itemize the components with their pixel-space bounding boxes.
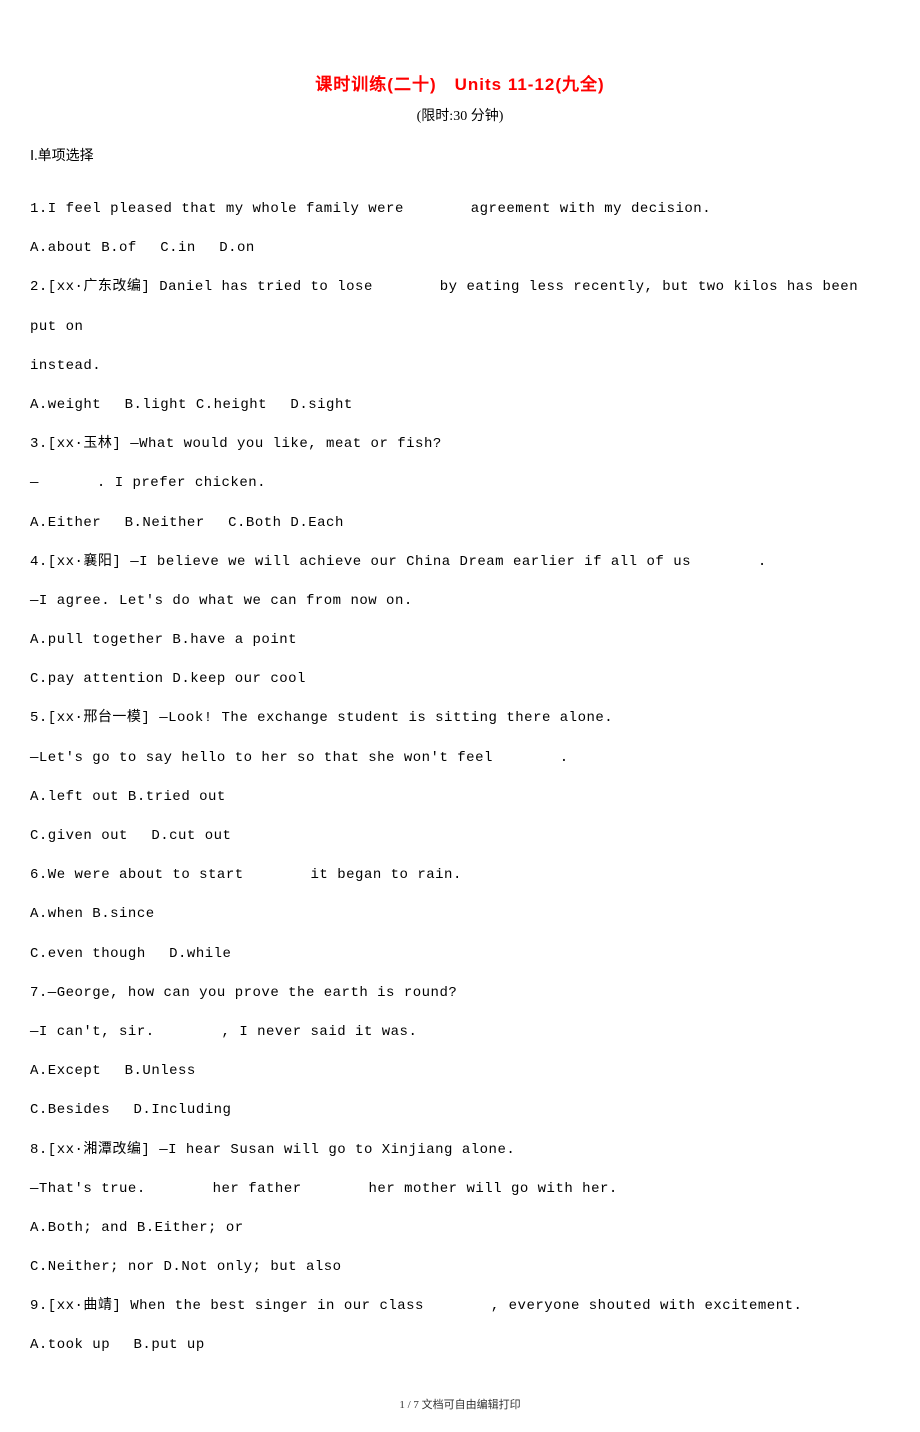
question-2-line-b: instead. <box>30 347 890 386</box>
question-5-line-b: —Let's go to say hello to her so that sh… <box>30 739 890 778</box>
question-4-options-1: A.pull together B.have a point <box>30 621 890 660</box>
question-8-options-2: C.Neither; nor D.Not only; but also <box>30 1248 890 1287</box>
document-subtitle: (限时:30 分钟) <box>30 105 890 125</box>
section-header: Ⅰ.单项选择 <box>30 145 890 165</box>
question-3-line-b: — . I prefer chicken. <box>30 464 890 503</box>
question-4-line-a: 4.[xx·襄阳] —I believe we will achieve our… <box>30 543 890 582</box>
question-7-line-a: 7.—George, how can you prove the earth i… <box>30 974 890 1013</box>
question-1-options: A.about B.of C.in D.on <box>30 229 890 268</box>
question-2-line-a: 2.[xx·广东改编] Daniel has tried to lose by … <box>30 268 890 346</box>
question-8-line-a: 8.[xx·湘潭改编] —I hear Susan will go to Xin… <box>30 1131 890 1170</box>
question-8-line-b: —That's true. her father her mother will… <box>30 1170 890 1209</box>
document-title: 课时训练(二十) Units 11-12(九全) <box>30 70 890 95</box>
question-3-line-a: 3.[xx·玉林] —What would you like, meat or … <box>30 425 890 464</box>
question-1: 1.I feel pleased that my whole family we… <box>30 190 890 229</box>
page-footer: 1 / 7 文档可自由编辑打印 <box>30 1396 890 1412</box>
question-8-options-1: A.Both; and B.Either; or <box>30 1209 890 1248</box>
question-5-line-a: 5.[xx·邢台一模] —Look! The exchange student … <box>30 699 890 738</box>
question-7-options-2: C.Besides D.Including <box>30 1091 890 1130</box>
question-6-line-a: 6.We were about to start it began to rai… <box>30 856 890 895</box>
question-5-options-1: A.left out B.tried out <box>30 778 890 817</box>
question-2-options: A.weight B.light C.height D.sight <box>30 386 890 425</box>
question-9-options-1: A.took up B.put up <box>30 1326 890 1365</box>
question-6-options-1: A.when B.since <box>30 895 890 934</box>
question-7-options-1: A.Except B.Unless <box>30 1052 890 1091</box>
question-6-options-2: C.even though D.while <box>30 935 890 974</box>
question-7-line-b: —I can't, sir. , I never said it was. <box>30 1013 890 1052</box>
question-4-options-2: C.pay attention D.keep our cool <box>30 660 890 699</box>
question-5-options-2: C.given out D.cut out <box>30 817 890 856</box>
question-9-line-a: 9.[xx·曲靖] When the best singer in our cl… <box>30 1287 890 1326</box>
question-3-options: A.Either B.Neither C.Both D.Each <box>30 504 890 543</box>
question-4-line-b: —I agree. Let's do what we can from now … <box>30 582 890 621</box>
